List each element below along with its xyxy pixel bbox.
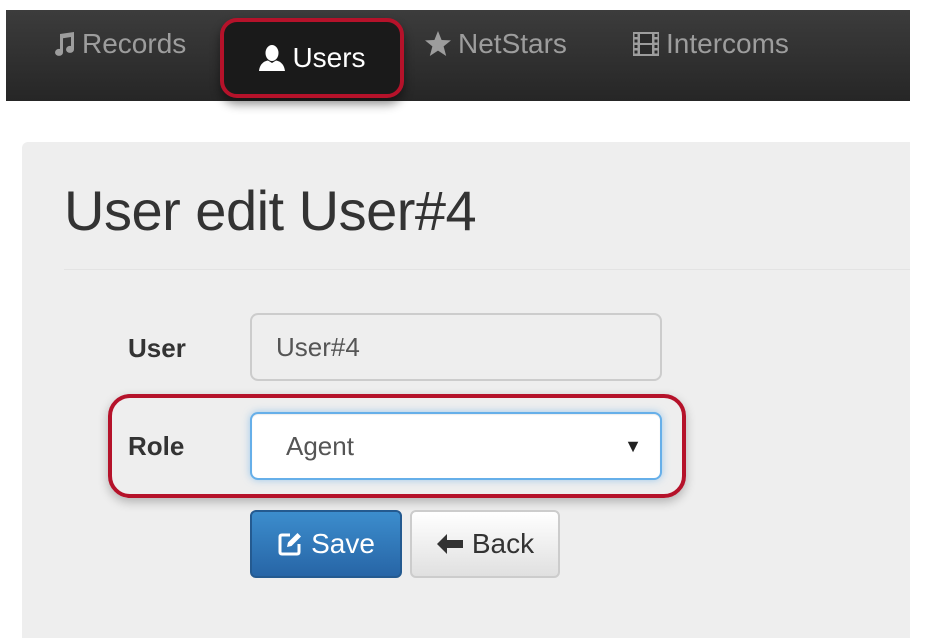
save-button[interactable]: Save xyxy=(250,510,402,578)
nav-item-records[interactable]: Records xyxy=(52,10,186,78)
user-field[interactable] xyxy=(250,313,662,381)
nav-item-intercoms[interactable]: Intercoms xyxy=(632,10,789,78)
back-button[interactable]: Back xyxy=(410,510,560,578)
user-icon xyxy=(258,44,286,72)
back-button-label: Back xyxy=(471,528,535,559)
nav-item-users[interactable]: Users xyxy=(220,18,404,98)
nav-item-label: Users xyxy=(292,42,366,73)
role-select[interactable]: Agent ▼ xyxy=(250,412,662,480)
arrow-left-icon xyxy=(436,533,464,555)
nav-item-netstars[interactable]: NetStars xyxy=(424,10,567,78)
nav-item-label: Records xyxy=(82,28,187,59)
main-panel: User edit User#4 User Role Agent ▼ Save … xyxy=(22,142,910,638)
nav-item-label: Intercoms xyxy=(666,28,789,59)
edit-icon xyxy=(277,531,303,557)
top-navbar: Records Users NetStars Intercoms xyxy=(6,10,910,101)
user-label: User xyxy=(128,333,186,363)
save-button-label: Save xyxy=(311,528,375,559)
film-icon xyxy=(632,31,660,57)
star-icon xyxy=(424,30,452,58)
music-icon xyxy=(52,31,76,57)
role-label: Role xyxy=(128,431,185,461)
role-selected-value: Agent xyxy=(286,430,354,461)
caret-down-icon: ▼ xyxy=(624,435,642,456)
title-divider xyxy=(64,269,910,270)
nav-item-label: NetStars xyxy=(458,28,567,59)
page-title: User edit User#4 xyxy=(64,179,477,242)
